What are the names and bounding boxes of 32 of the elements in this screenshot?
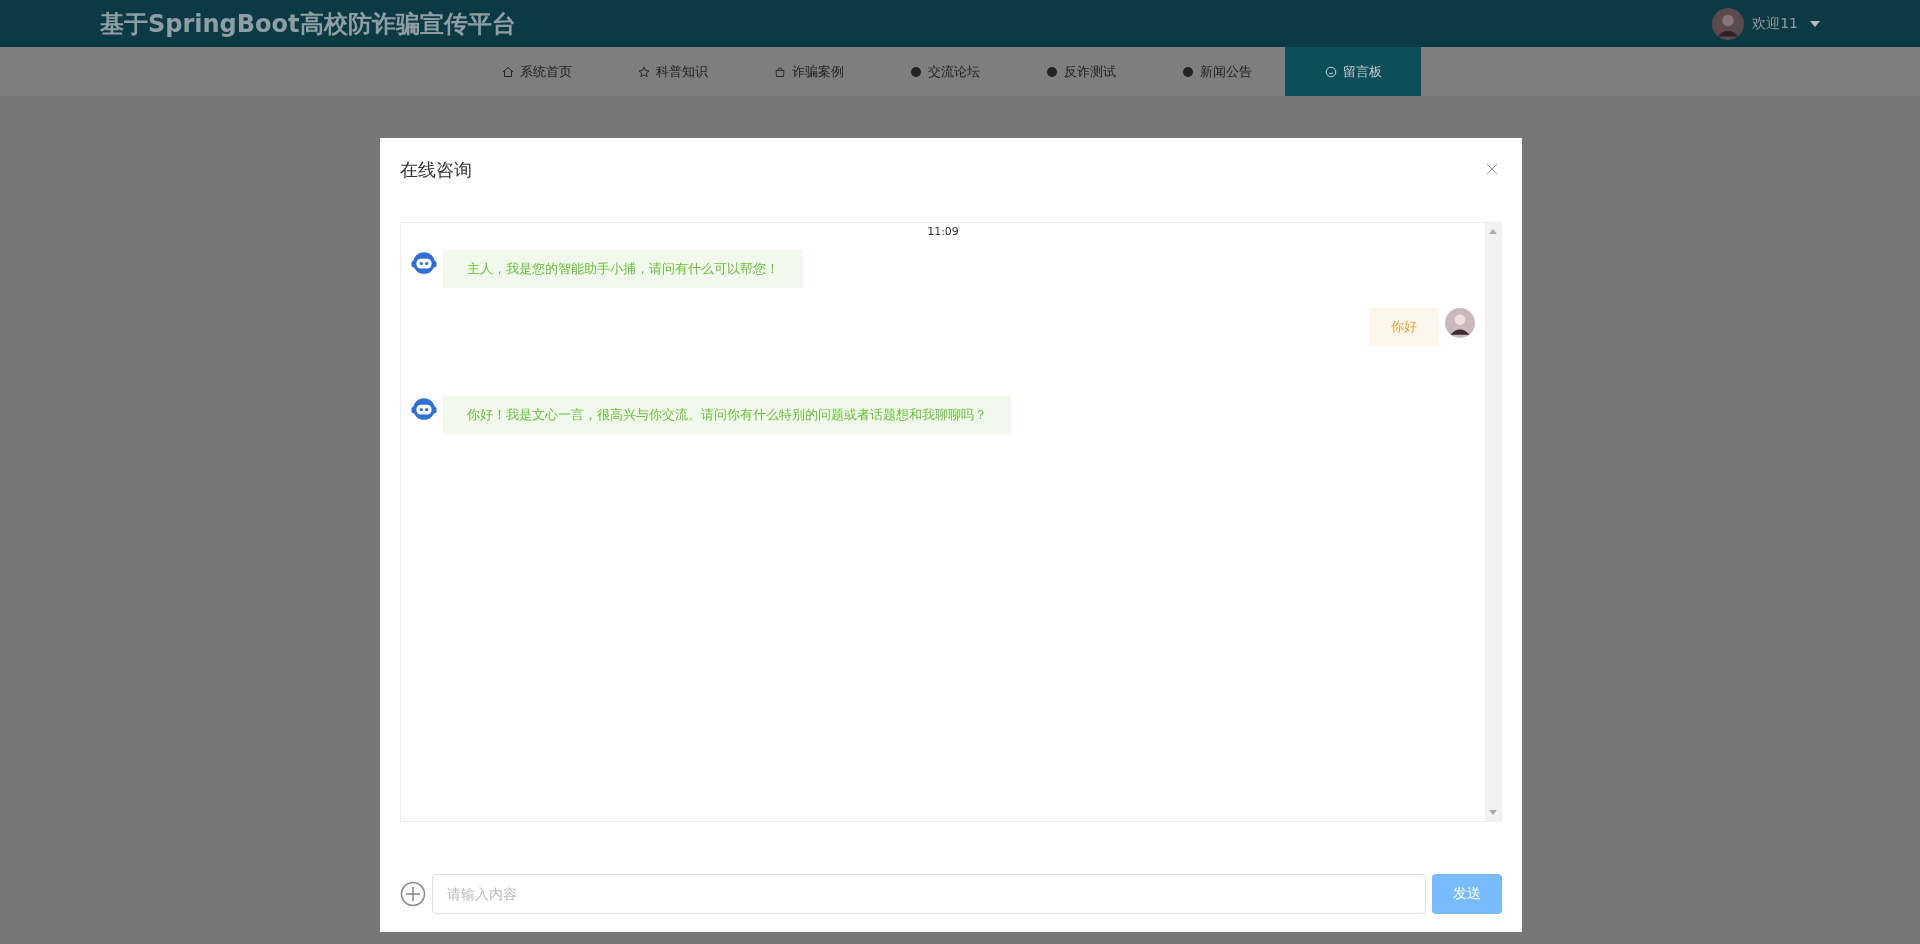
dialog-title: 在线咨询 <box>400 158 472 182</box>
close-icon[interactable] <box>1486 163 1498 175</box>
robot-icon <box>411 250 437 276</box>
add-icon[interactable] <box>400 881 426 907</box>
nav-tab[interactable]: 科普知识 <box>605 47 741 96</box>
star-icon <box>638 65 650 78</box>
robot-icon <box>411 396 437 422</box>
scrollbar[interactable] <box>1485 223 1501 821</box>
avatar-icon <box>1445 308 1475 338</box>
circle-icon <box>1182 65 1194 78</box>
caret-icon[interactable] <box>1810 20 1820 27</box>
circle-icon <box>910 65 922 78</box>
nav-tab[interactable]: 交流论坛 <box>877 47 1013 96</box>
smile-icon <box>1324 65 1337 78</box>
message-bubble: 你好！我是文心一言，很高兴与你交流。请问你有什么特别的问题或者话题想和我聊聊吗？ <box>443 396 1011 434</box>
nav-tab[interactable]: 诈骗案例 <box>741 47 877 96</box>
scroll-down-icon[interactable] <box>1489 810 1497 815</box>
nav-tab[interactable]: 反诈测试 <box>1013 47 1149 96</box>
message-bubble: 主人，我是您的智能助手小捕，请问有什么可以帮您！ <box>443 250 803 288</box>
home-icon <box>502 65 514 78</box>
message-time: 11:09 <box>927 225 959 238</box>
message-bubble: 你好 <box>1369 308 1439 346</box>
nav-tab[interactable]: 新闻公告 <box>1149 47 1285 96</box>
site-title: 基于SpringBoot高校防诈骗宣传平台 <box>100 8 516 40</box>
welcome-text[interactable]: 欢迎11 <box>1752 14 1798 33</box>
avatar-icon[interactable] <box>1712 7 1745 40</box>
message-input[interactable]: 请输入内容 <box>432 874 1426 914</box>
nav-tab[interactable]: 系统首页 <box>469 47 605 96</box>
scroll-up-icon[interactable] <box>1489 229 1497 234</box>
bag-icon <box>774 65 786 78</box>
circle-icon <box>1046 65 1058 78</box>
nav-tab[interactable]: 留言板 <box>1285 47 1421 96</box>
